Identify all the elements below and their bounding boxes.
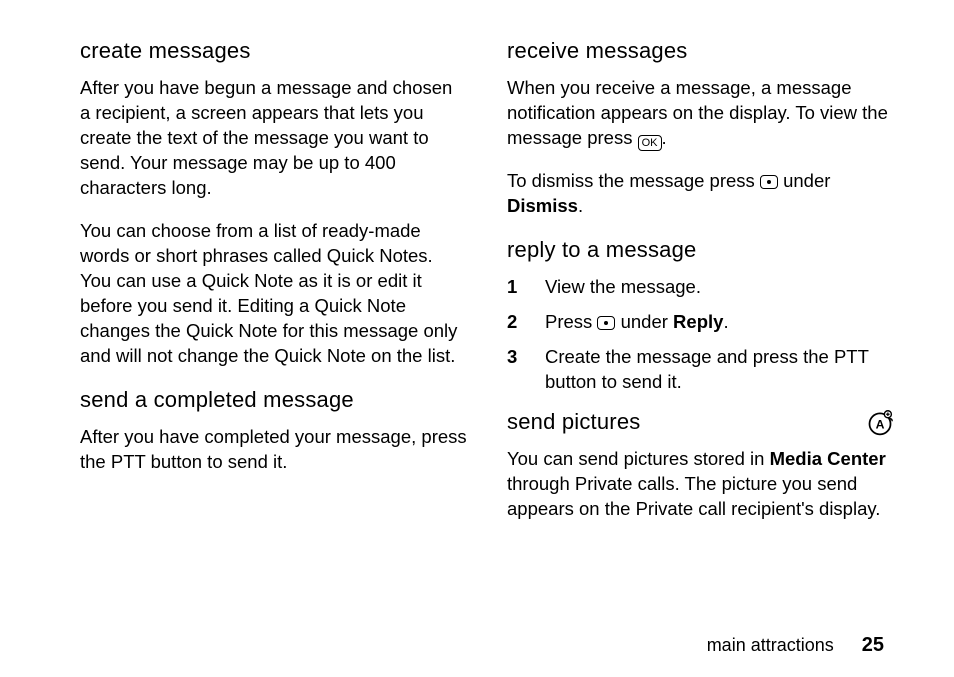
softkey-icon <box>760 175 778 189</box>
ok-key-icon: OK <box>638 135 662 151</box>
reply-step-2a: Press <box>545 311 597 332</box>
svg-text:A: A <box>876 418 885 432</box>
left-column: create messages After you have begun a m… <box>80 28 467 540</box>
media-center-label: Media Center <box>770 448 886 469</box>
para-receive-2b: under <box>778 170 830 191</box>
reply-step-3: Create the message and press the PTT but… <box>507 345 894 395</box>
softkey-icon <box>597 316 615 330</box>
heading-send-completed: send a completed message <box>80 387 467 413</box>
para-create-2: You can choose from a list of ready-made… <box>80 219 467 369</box>
para-send-1: After you have completed your message, p… <box>80 425 467 475</box>
reply-label: Reply <box>673 311 723 332</box>
footer-section: main attractions <box>707 635 834 656</box>
page-footer: main attractions 25 <box>80 634 894 657</box>
reply-step-1: View the message. <box>507 275 894 300</box>
heading-receive-messages: receive messages <box>507 38 894 64</box>
para-receive-2: To dismiss the message press under Dismi… <box>507 169 894 219</box>
manual-page: create messages After you have begun a m… <box>0 0 954 677</box>
send-pictures-header-row: send pictures A <box>507 409 894 435</box>
heading-reply: reply to a message <box>507 237 894 263</box>
reply-step-2: Press under Reply. <box>507 310 894 335</box>
reply-steps: View the message. Press under Reply. Cre… <box>507 275 894 395</box>
reply-step-2c: . <box>723 311 728 332</box>
reply-step-2b: under <box>615 311 673 332</box>
para-create-1: After you have begun a message and chose… <box>80 76 467 201</box>
para-pictures-1a: You can send pictures stored in <box>507 448 770 469</box>
para-receive-2c: . <box>578 195 583 216</box>
para-receive-1a: When you receive a message, a message no… <box>507 77 888 148</box>
para-receive-2a: To dismiss the message press <box>507 170 760 191</box>
para-receive-1b: . <box>662 127 667 148</box>
para-pictures-1: You can send pictures stored in Media Ce… <box>507 447 894 522</box>
feature-a-icon: A <box>866 409 894 437</box>
para-receive-1: When you receive a message, a message no… <box>507 76 894 151</box>
dismiss-label: Dismiss <box>507 195 578 216</box>
heading-send-pictures: send pictures <box>507 409 894 435</box>
para-pictures-1b: through Private calls. The picture you s… <box>507 473 880 519</box>
heading-create-messages: create messages <box>80 38 467 64</box>
right-column: receive messages When you receive a mess… <box>507 28 894 540</box>
footer-page-number: 25 <box>862 634 884 657</box>
content-columns: create messages After you have begun a m… <box>80 28 894 540</box>
